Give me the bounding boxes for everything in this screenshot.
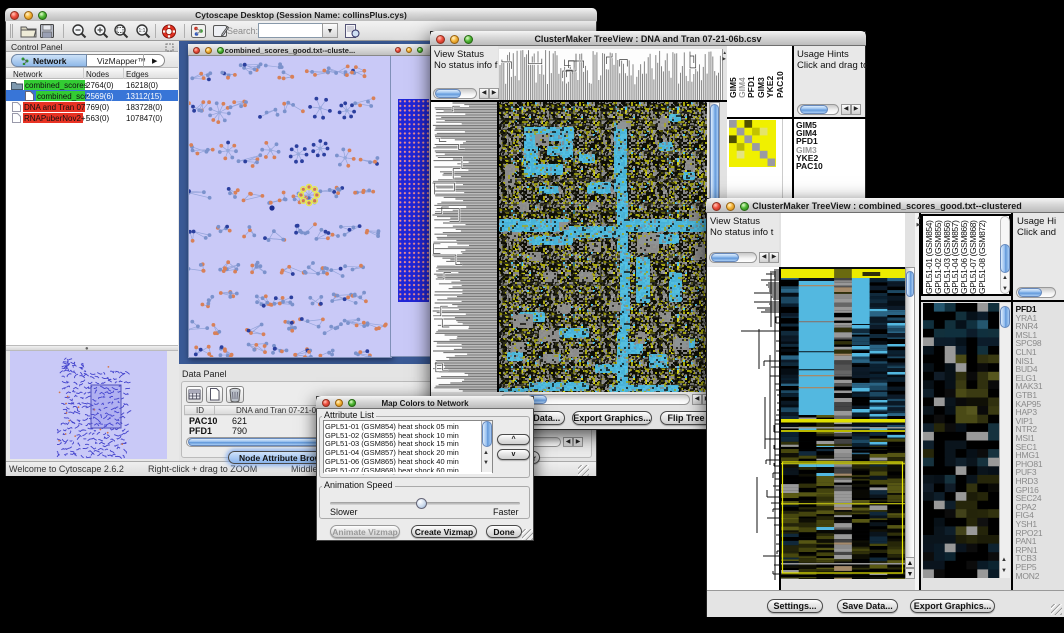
svg-text:1:1: 1:1 <box>139 28 146 34</box>
